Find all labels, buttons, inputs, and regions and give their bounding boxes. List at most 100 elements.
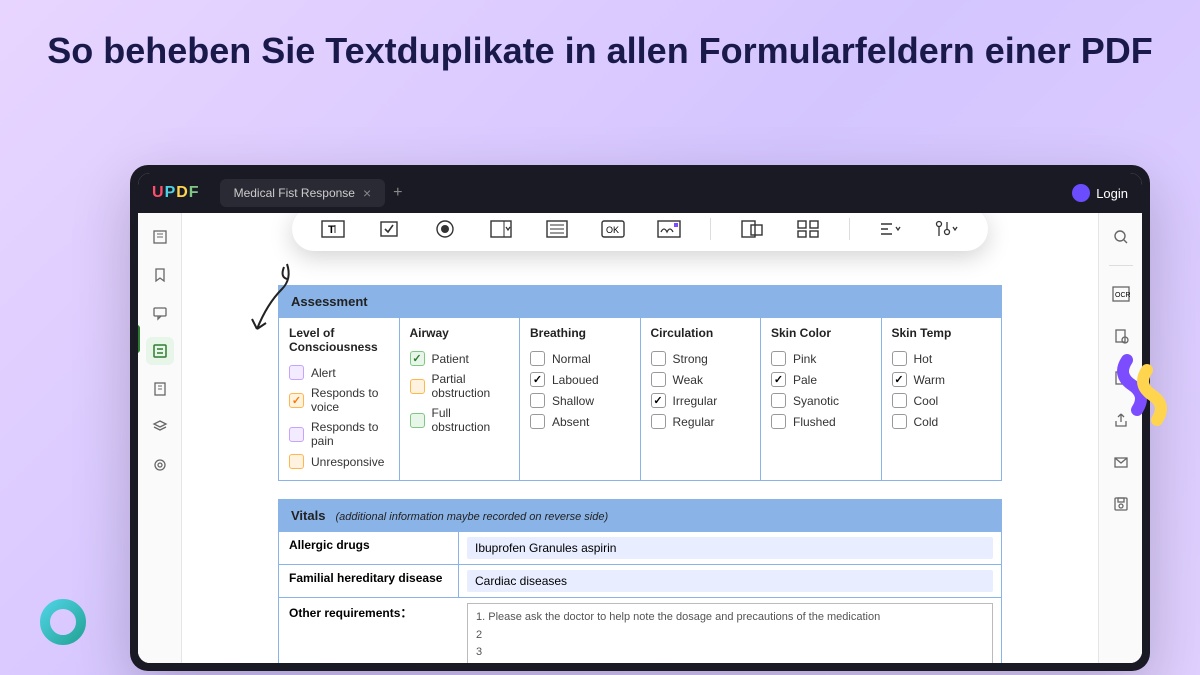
familial-label: Familial hereditary disease: [279, 565, 459, 597]
checkbox[interactable]: [771, 393, 786, 408]
decorative-ring: [38, 597, 88, 647]
familial-field[interactable]: Cardiac diseases: [467, 570, 993, 592]
separator: [710, 218, 711, 240]
ocr-icon[interactable]: OCR: [1107, 280, 1135, 308]
vitals-header: Vitals (additional information maybe rec…: [279, 500, 1001, 531]
checkbox-label: Cool: [914, 394, 939, 408]
check-row: Unresponsive: [289, 451, 389, 472]
align-tool[interactable]: [876, 217, 906, 241]
check-row: Cold: [892, 411, 992, 432]
add-tab-button[interactable]: +: [393, 184, 402, 202]
save-icon[interactable]: [1107, 490, 1135, 518]
separator: [849, 218, 850, 240]
signature-tool[interactable]: [654, 217, 684, 241]
checkbox-tool[interactable]: [374, 217, 404, 241]
crop-icon[interactable]: [1107, 322, 1135, 350]
assess-col-consciousness: Level of Consciousness Alert Responds to v…: [279, 318, 400, 480]
svg-text:OK: OK: [606, 225, 619, 235]
login-button[interactable]: Login: [1072, 184, 1128, 202]
checkbox[interactable]: [651, 393, 666, 408]
checkbox-label: Normal: [552, 352, 591, 366]
checkbox[interactable]: [530, 351, 545, 366]
more-tools[interactable]: [932, 217, 962, 241]
active-marker: [138, 325, 140, 353]
checkbox-label: Laboued: [552, 373, 599, 387]
column-header: Airway: [410, 326, 510, 340]
checkbox[interactable]: [892, 372, 907, 387]
dropdown-tool[interactable]: [486, 217, 516, 241]
thumbnails-icon[interactable]: [146, 223, 174, 251]
close-icon[interactable]: ×: [363, 185, 371, 201]
list-tool[interactable]: [542, 217, 572, 241]
tab-label: Medical Fist Response: [234, 186, 355, 200]
check-row: Strong: [651, 348, 751, 369]
checkbox-label: Unresponsive: [311, 455, 384, 469]
comments-icon[interactable]: [146, 299, 174, 327]
checkbox[interactable]: [651, 372, 666, 387]
layers-icon[interactable]: [146, 413, 174, 441]
button-tool[interactable]: OK: [598, 217, 628, 241]
checkbox[interactable]: [651, 351, 666, 366]
check-row: Pink: [771, 348, 871, 369]
checkbox-label: Absent: [552, 415, 589, 429]
form-recognize-tool[interactable]: [737, 217, 767, 241]
text-field-tool[interactable]: T: [318, 217, 348, 241]
checkbox[interactable]: [651, 414, 666, 429]
settings-icon[interactable]: [146, 451, 174, 479]
column-header: Level of Consciousness: [289, 326, 389, 354]
checkbox[interactable]: [530, 393, 545, 408]
checkbox-label: Pale: [793, 373, 817, 387]
decorative-squiggle: [1112, 350, 1172, 430]
column-header: Skin Color: [771, 326, 871, 340]
requirement-line: 2: [476, 627, 984, 645]
checkbox-label: Irregular: [673, 394, 718, 408]
assess-col-circulation: CirculationStrongWeakIrregularRegular: [641, 318, 762, 480]
check-row: Responds to pain: [289, 417, 389, 451]
bookmarks-icon[interactable]: [146, 261, 174, 289]
checkbox[interactable]: [771, 372, 786, 387]
form-fields-icon[interactable]: [146, 337, 174, 365]
other-requirements-field[interactable]: 1. Please ask the doctor to help note th…: [467, 603, 993, 663]
checkbox[interactable]: [771, 351, 786, 366]
check-row: Flushed: [771, 411, 871, 432]
checkbox-label: Syanotic: [793, 394, 839, 408]
checkbox[interactable]: [289, 393, 304, 408]
checkbox[interactable]: [289, 454, 304, 469]
checkbox[interactable]: [289, 365, 304, 380]
check-row: Patient: [410, 348, 510, 369]
checkbox[interactable]: [289, 427, 304, 442]
svg-text:OCR: OCR: [1115, 292, 1130, 299]
assess-col-breathing: BreathingNormalLabouedShallowAbsent: [520, 318, 641, 480]
checkbox[interactable]: [892, 393, 907, 408]
checkbox-label: Warm: [914, 373, 946, 387]
radio-tool[interactable]: [430, 217, 460, 241]
document-tab[interactable]: Medical Fist Response ×: [220, 179, 386, 207]
checkbox-label: Hot: [914, 352, 933, 366]
form-grid-tool[interactable]: [793, 217, 823, 241]
checkbox[interactable]: [410, 379, 425, 394]
checkbox[interactable]: [530, 372, 545, 387]
checkbox[interactable]: [530, 414, 545, 429]
checkbox[interactable]: [410, 351, 425, 366]
checkbox-label: Full obstruction: [432, 406, 510, 434]
check-row: Pale: [771, 369, 871, 390]
check-row: Hot: [892, 348, 992, 369]
search-icon[interactable]: [1107, 223, 1135, 251]
allergic-field[interactable]: Ibuprofen Granules aspirin: [467, 537, 993, 559]
right-rail: OCR: [1098, 213, 1142, 663]
column-header: Circulation: [651, 326, 751, 340]
check-row: Responds to voice: [289, 383, 389, 417]
requirement-line: 1. Please ask the doctor to help note th…: [476, 609, 984, 627]
attachments-icon[interactable]: [146, 375, 174, 403]
checkbox[interactable]: [410, 413, 425, 428]
checkbox[interactable]: [892, 351, 907, 366]
checkbox[interactable]: [771, 414, 786, 429]
check-row: Warm: [892, 369, 992, 390]
avatar-icon: [1072, 184, 1090, 202]
check-row: Syanotic: [771, 390, 871, 411]
column-header: Breathing: [530, 326, 630, 340]
checkbox-label: Alert: [311, 366, 336, 380]
checkbox[interactable]: [892, 414, 907, 429]
check-row: Laboued: [530, 369, 630, 390]
email-icon[interactable]: [1107, 448, 1135, 476]
